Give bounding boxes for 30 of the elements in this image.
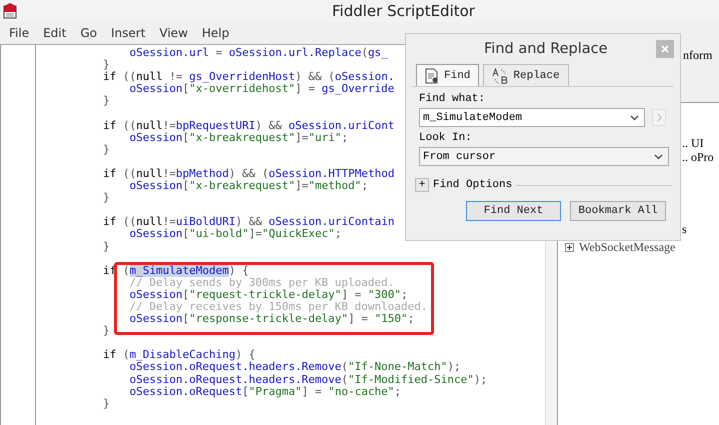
code-line: oSession["x-overridehost"] = gs_Override [130,83,394,96]
code-line: if ((null!=bpMethod) && (oSession.HTTPMethod [103,168,394,180]
header-text: nform [683,48,712,63]
code-line: oSession["x-breakrequest"]="method"; [130,180,368,192]
code-line: if ((null!=uiBoldURI) && oSession.uriContain [103,216,394,228]
field-label: Find what: [419,93,486,106]
code-line: oSession["ui-bold"]="QuickExec"; [130,228,342,240]
code-line: } [103,95,110,108]
section-label: Find Options [433,179,512,191]
code-line: // Delay receives by 150ms per KB downloaded. [130,300,428,314]
code-line: oSession["response-trickle-delay"] = "150"; [130,313,414,326]
code-line: if ((null!=bpRequestURI) && oSession.uriCont [103,120,394,132]
code-line: } [103,144,110,156]
code-line: oSession.url = oSession.url.Replace(gs_ [130,47,388,60]
code-line: } [103,398,110,410]
code-line: oSession["request-trickle-delay"] = "300"; [130,288,408,301]
code-line: oSession.oRequest.headers.Remove("If-Modified-Since"); [130,374,488,386]
code-line: } [103,59,110,72]
code-line: oSession["x-breakrequest"]="uri"; [130,132,348,144]
code-line: } [103,325,110,338]
code-line: // Delay sends by 300ms per KB uploaded. [130,276,394,289]
code-line: } [103,240,110,253]
code-line: oSession.oRequest["Pragma"] = "no-cache"; [130,386,402,398]
code-line: } [103,192,110,204]
dialog-title: Find and Replace [484,41,608,57]
code-line: if (m_DisableCaching) { [103,349,256,362]
code-line: if ((null != gs_OverridenHost) && (oSession. [103,71,394,84]
window-title: Fiddler ScriptEditor [332,2,475,20]
code-line: oSession.oRequest.headers.Remove("If-None-Match"); [130,361,461,374]
field-label: Look In: [419,132,473,145]
